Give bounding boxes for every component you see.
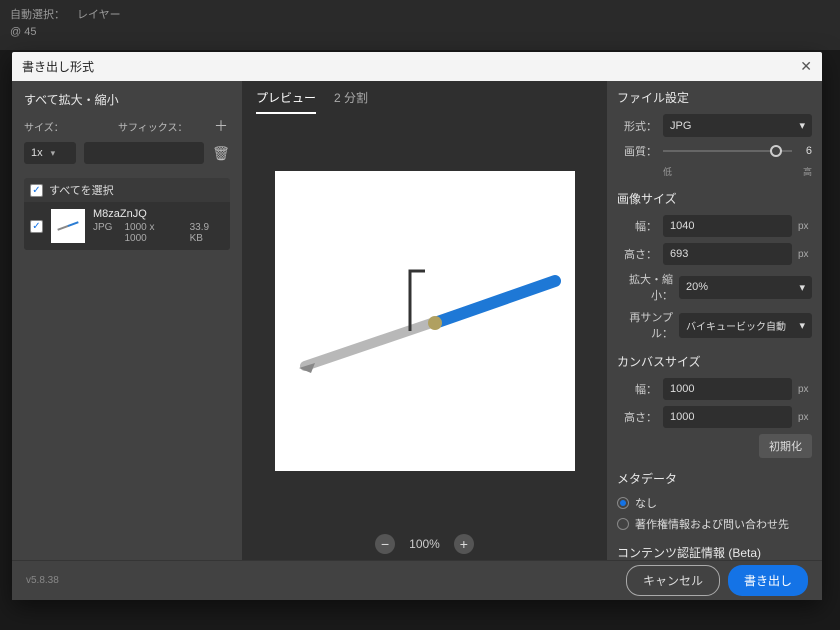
asset-name: M8zaZnJQ bbox=[93, 208, 224, 220]
app-background: 自動選択： レイヤー @ 45 bbox=[0, 0, 840, 50]
size-label: サイズ： bbox=[24, 119, 110, 134]
export-as-dialog: 書き出し形式 ✕ すべて拡大・縮小 サイズ： サフィックス： ＋ 1x ▾ 🗑 bbox=[12, 52, 822, 600]
asset-list: ✓ すべてを選択 ✓ M8zaZnJQ JPG 1000 x 1000 33.9… bbox=[24, 178, 230, 250]
canvas-height-label: 高さ： bbox=[617, 409, 657, 425]
format-select[interactable]: JPG ▾ bbox=[663, 114, 812, 137]
height-label: 高さ： bbox=[617, 246, 657, 262]
delete-size-button[interactable]: 🗑 bbox=[212, 145, 230, 162]
chevron-down-icon: ▾ bbox=[51, 148, 56, 159]
asset-format: JPG bbox=[93, 222, 112, 244]
dialog-header: 書き出し形式 ✕ bbox=[12, 52, 822, 81]
metadata-copyright-radio[interactable]: 著作権情報および問い合わせ先 bbox=[617, 516, 812, 532]
scale-all-title: すべて拡大・縮小 bbox=[24, 91, 230, 108]
format-label: 形式： bbox=[617, 118, 657, 134]
content-auth-title: コンテンツ認証情報 (Beta) bbox=[617, 544, 812, 560]
resample-label: 再サンプル： bbox=[617, 309, 673, 341]
size-select-value: 1x bbox=[31, 147, 43, 159]
unit-px: px bbox=[798, 412, 812, 423]
add-size-button[interactable]: ＋ bbox=[212, 116, 230, 136]
select-all-label: すべてを選択 bbox=[49, 182, 114, 198]
dialog-footer: v5.8.38 キャンセル 書き出し bbox=[12, 560, 822, 600]
zoom-indicator: @ 45 bbox=[10, 26, 36, 38]
asset-thumbnail bbox=[51, 209, 85, 243]
center-panel: プレビュー 2 分割 − 100% + bbox=[242, 81, 607, 560]
suffix-label: サフィックス： bbox=[118, 119, 204, 134]
quality-high-label: 高 bbox=[803, 165, 812, 178]
canvas-height-input[interactable]: 1000 bbox=[663, 406, 792, 428]
tab-split[interactable]: 2 分割 bbox=[334, 89, 368, 114]
width-input[interactable]: 1040 bbox=[663, 215, 792, 237]
height-input[interactable]: 693 bbox=[663, 243, 792, 265]
scale-label: 拡大・縮小： bbox=[617, 271, 673, 303]
canvas-width-label: 幅： bbox=[617, 381, 657, 397]
metadata-copyright-label: 著作権情報および問い合わせ先 bbox=[635, 516, 789, 532]
reset-button[interactable]: 初期化 bbox=[759, 434, 812, 458]
quality-slider[interactable] bbox=[663, 150, 792, 152]
image-size-title: 画像サイズ bbox=[617, 190, 812, 207]
unit-px: px bbox=[798, 221, 812, 232]
zoom-out-button[interactable]: − bbox=[375, 534, 395, 554]
asset-checkbox[interactable]: ✓ bbox=[30, 220, 43, 233]
asset-row[interactable]: ✓ M8zaZnJQ JPG 1000 x 1000 33.9 KB bbox=[24, 202, 230, 250]
scale-value: 20% bbox=[686, 281, 708, 293]
close-icon[interactable]: ✕ bbox=[800, 58, 812, 75]
layer-label: レイヤー bbox=[77, 6, 121, 22]
suffix-input[interactable] bbox=[84, 142, 204, 164]
width-label: 幅： bbox=[617, 218, 657, 234]
preview-image bbox=[275, 171, 575, 471]
radio-icon bbox=[617, 497, 629, 509]
preview-footer: − 100% + bbox=[242, 528, 607, 560]
size-select[interactable]: 1x ▾ bbox=[24, 142, 76, 164]
canvas-size-title: カンバスサイズ bbox=[617, 353, 812, 370]
resample-select[interactable]: バイキュービック自動 ▾ bbox=[679, 313, 812, 338]
metadata-none-label: なし bbox=[635, 495, 657, 511]
quality-label: 画質： bbox=[617, 143, 657, 159]
quality-value: 6 bbox=[798, 145, 812, 157]
zoom-value: 100% bbox=[409, 537, 440, 551]
file-settings-title: ファイル設定 bbox=[617, 89, 812, 106]
metadata-title: メタデータ bbox=[617, 470, 812, 487]
preview-canvas bbox=[275, 171, 575, 471]
auto-select-label: 自動選択： bbox=[10, 6, 65, 22]
scale-select[interactable]: 20% ▾ bbox=[679, 276, 812, 299]
left-panel: すべて拡大・縮小 サイズ： サフィックス： ＋ 1x ▾ 🗑 ✓ bbox=[12, 81, 242, 560]
version-label: v5.8.38 bbox=[26, 575, 59, 586]
export-button[interactable]: 書き出し bbox=[728, 565, 808, 596]
format-value: JPG bbox=[670, 120, 691, 132]
preview-tabs: プレビュー 2 分割 bbox=[242, 81, 607, 114]
chevron-down-icon: ▾ bbox=[799, 319, 805, 332]
asset-dimensions: 1000 x 1000 bbox=[124, 222, 177, 244]
right-panel: ファイル設定 形式： JPG ▾ 画質： 6 低 bbox=[607, 81, 822, 560]
select-all-checkbox[interactable]: ✓ bbox=[30, 184, 43, 197]
quality-slider-thumb[interactable] bbox=[770, 145, 782, 157]
chevron-down-icon: ▾ bbox=[799, 281, 805, 294]
asset-filesize: 33.9 KB bbox=[190, 222, 224, 244]
canvas-width-input[interactable]: 1000 bbox=[663, 378, 792, 400]
zoom-in-button[interactable]: + bbox=[454, 534, 474, 554]
unit-px: px bbox=[798, 249, 812, 260]
tab-preview[interactable]: プレビュー bbox=[256, 89, 316, 114]
preview-area bbox=[242, 114, 607, 528]
radio-icon bbox=[617, 518, 629, 530]
resample-value: バイキュービック自動 bbox=[686, 318, 786, 333]
metadata-none-radio[interactable]: なし bbox=[617, 495, 812, 511]
unit-px: px bbox=[798, 384, 812, 395]
dialog-title: 書き出し形式 bbox=[22, 58, 94, 75]
cancel-button[interactable]: キャンセル bbox=[626, 565, 720, 596]
quality-low-label: 低 bbox=[663, 165, 672, 178]
chevron-down-icon: ▾ bbox=[799, 119, 805, 132]
